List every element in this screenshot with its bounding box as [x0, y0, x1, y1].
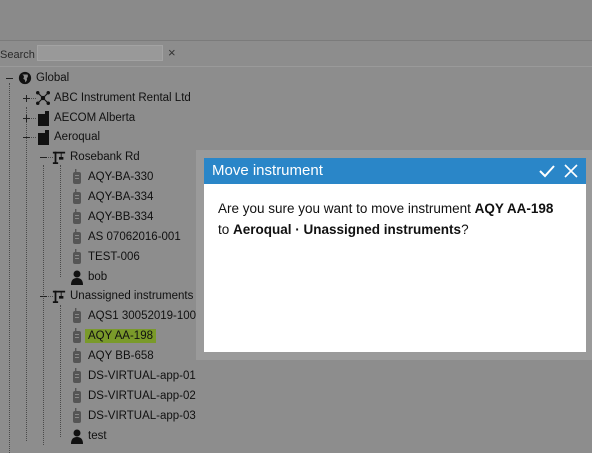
node-label: AQY-BA-330	[88, 171, 154, 183]
search-label: Search	[0, 49, 35, 61]
instrument-icon	[70, 328, 84, 344]
tree-node-abc[interactable]: ABC Instrument Rental Ltd	[36, 89, 191, 107]
tree-node-instrument[interactable]: AQY-BB-334	[70, 208, 153, 226]
instrument-icon	[70, 368, 84, 384]
search-row: Search ×	[0, 44, 592, 64]
building-icon	[36, 129, 50, 145]
node-label: AS 07062016-001	[88, 231, 181, 243]
check-icon[interactable]	[538, 162, 556, 180]
instrument-icon	[70, 229, 84, 245]
expand-toggle[interactable]	[22, 94, 31, 103]
message-instrument: AQY AA-198	[474, 201, 554, 216]
node-label: AQY-BA-334	[88, 191, 154, 203]
node-label: AQY BB-658	[88, 350, 154, 362]
instrument-icon	[70, 169, 84, 185]
message-to: to	[218, 222, 234, 237]
expand-toggle[interactable]	[22, 114, 31, 123]
tree-node-instrument[interactable]: DS-VIRTUAL-app-02	[70, 387, 196, 405]
node-label: DS-VIRTUAL-app-03	[88, 410, 196, 422]
dialog-title: Move instrument	[212, 162, 323, 179]
tree-guide	[9, 83, 10, 453]
move-instrument-dialog: Move instrument Are you sure you want to…	[196, 150, 592, 360]
instrument-icon	[70, 249, 84, 265]
node-label: bob	[88, 271, 108, 283]
instrument-icon	[70, 348, 84, 364]
tree-node-rosebank[interactable]: Rosebank Rd	[52, 148, 140, 166]
tree-node-instrument[interactable]: DS-VIRTUAL-app-03	[70, 407, 196, 425]
crane-icon	[52, 288, 66, 304]
message-destination: Aeroqual · Unassigned instruments	[233, 222, 462, 237]
instrument-icon	[70, 388, 84, 404]
tree-node-aeroqual[interactable]: Aeroqual	[36, 128, 100, 146]
user-icon	[70, 428, 84, 444]
tree-guide	[26, 107, 27, 441]
clear-search-button[interactable]: ×	[168, 46, 176, 60]
tree-node-instrument-selected[interactable]: AQY AA-198	[70, 327, 156, 345]
instrument-icon	[70, 209, 84, 225]
collapse-toggle[interactable]	[22, 133, 31, 142]
collapse-toggle[interactable]	[39, 153, 48, 162]
collapse-toggle[interactable]	[5, 74, 14, 83]
tree-guide	[60, 305, 61, 437]
tree-guide	[43, 165, 44, 445]
message-text: ?	[461, 222, 469, 237]
node-label: DS-VIRTUAL-app-01	[88, 370, 196, 382]
collapse-toggle[interactable]	[39, 292, 48, 301]
dialog-header: Move instrument	[204, 158, 586, 184]
dialog-message: Are you sure you want to move instrument…	[218, 198, 568, 240]
tree-node-instrument[interactable]: AQY-BA-334	[70, 188, 153, 206]
toolbar-area	[0, 0, 592, 41]
tree-node-global[interactable]: Global	[18, 69, 69, 87]
node-label: DS-VIRTUAL-app-02	[88, 390, 196, 402]
search-input[interactable]	[37, 45, 163, 61]
tree-node-instrument[interactable]: AQY-BA-330	[70, 168, 153, 186]
tree-node-unassigned[interactable]: Unassigned instruments	[52, 287, 193, 305]
node-label: Global	[36, 72, 70, 84]
network-icon	[36, 90, 50, 106]
node-label: Unassigned instruments	[70, 290, 194, 302]
tree-node-instrument[interactable]: TEST-006	[70, 248, 140, 266]
tree-guide	[60, 165, 61, 277]
node-label: AQY-BB-334	[88, 211, 154, 223]
instrument-icon	[70, 408, 84, 424]
tree-node-instrument[interactable]: DS-VIRTUAL-app-01	[70, 367, 196, 385]
node-label: test	[88, 430, 107, 442]
tree-node-instrument[interactable]: AS 07062016-001	[70, 228, 181, 246]
instrument-icon	[70, 189, 84, 205]
message-text: Are you sure you want to move instrument	[218, 201, 475, 216]
node-label: AQY AA-198	[85, 329, 156, 343]
close-icon[interactable]	[562, 162, 580, 180]
user-icon	[70, 269, 84, 285]
tree-node-instrument[interactable]: AQY BB-658	[70, 347, 154, 365]
node-label: AQS1 30052019-1003	[88, 310, 203, 322]
node-label: ABC Instrument Rental Ltd	[54, 92, 191, 104]
tree-node-instrument[interactable]: AQS1 30052019-1003	[70, 307, 202, 325]
node-label: Aeroqual	[54, 131, 101, 143]
dialog-panel: Move instrument Are you sure you want to…	[204, 158, 586, 352]
node-label: Rosebank Rd	[70, 151, 140, 163]
node-label: AECOM Alberta	[54, 112, 136, 124]
node-label: TEST-006	[88, 251, 140, 263]
tree-node-user[interactable]: bob	[70, 268, 107, 286]
crane-icon	[52, 149, 66, 165]
building-icon	[36, 110, 50, 126]
globe-icon	[18, 70, 32, 86]
tree-node-aecom[interactable]: AECOM Alberta	[36, 109, 135, 127]
instrument-icon	[70, 308, 84, 324]
tree-node-user[interactable]: test	[70, 427, 107, 445]
